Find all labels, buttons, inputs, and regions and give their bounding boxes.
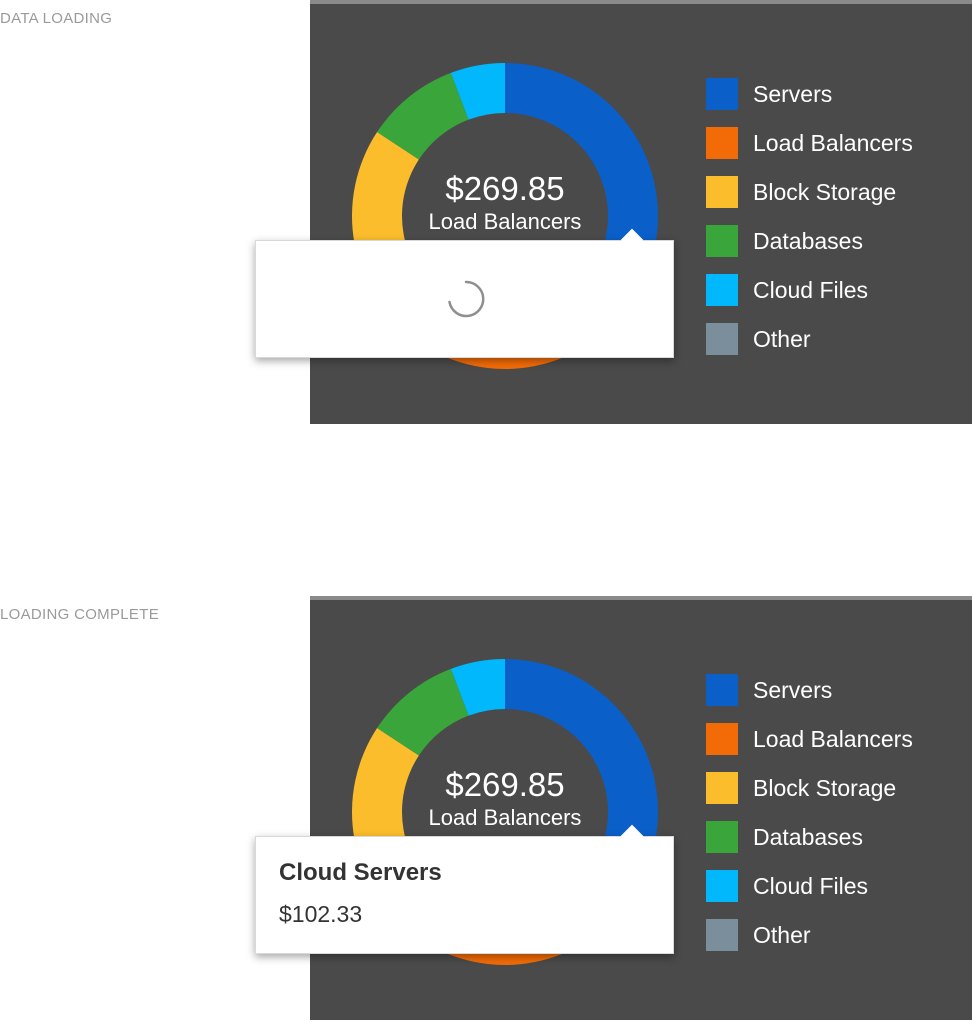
legend-item[interactable]: Servers <box>706 78 913 110</box>
legend-swatch <box>706 723 738 755</box>
loading-spinner-icon <box>448 280 485 318</box>
legend-swatch <box>706 674 738 706</box>
legend-swatch <box>706 225 738 257</box>
legend-swatch <box>706 127 738 159</box>
legend-label: Load Balancers <box>753 129 913 156</box>
legend-item[interactable]: Load Balancers <box>706 723 913 755</box>
legend-item[interactable]: Databases <box>706 225 913 257</box>
legend-swatch <box>706 274 738 306</box>
legend-item[interactable]: Other <box>706 323 913 355</box>
legend-item[interactable]: Databases <box>706 821 913 853</box>
legend-swatch <box>706 772 738 804</box>
legend-swatch <box>706 870 738 902</box>
legend-label: Servers <box>753 80 833 107</box>
legend-label: Databases <box>753 227 863 254</box>
center-category: Load Balancers <box>428 805 582 830</box>
chart-panel: $269.85 Load Balancers Servers Load Balan… <box>310 596 972 1020</box>
legend-label: Block Storage <box>753 774 897 801</box>
legend-label: Cloud Files <box>753 276 869 303</box>
legend-label: Servers <box>753 676 833 703</box>
legend-item[interactable]: Cloud Files <box>706 870 913 902</box>
center-total: $269.85 <box>445 170 565 207</box>
legend-label: Cloud Files <box>753 872 869 899</box>
legend: Servers Load Balancers Block Storage Databa… <box>706 78 913 372</box>
legend-swatch <box>706 176 738 208</box>
state-label: LOADING COMPLETE <box>0 606 159 623</box>
center-category: Load Balancers <box>428 209 582 234</box>
legend-label: Other <box>753 921 811 948</box>
legend: Servers Load Balancers Block Storage Databa… <box>706 674 913 968</box>
legend-swatch <box>706 821 738 853</box>
tooltip: Cloud Servers $102.33 <box>255 824 674 954</box>
center-total: $269.85 <box>445 766 565 803</box>
tooltip <box>255 228 674 358</box>
legend-label: Databases <box>753 823 863 850</box>
state-label: DATA LOADING <box>0 10 113 27</box>
legend-item[interactable]: Cloud Files <box>706 274 913 306</box>
legend-label: Load Balancers <box>753 725 913 752</box>
legend-item[interactable]: Block Storage <box>706 176 913 208</box>
legend-item[interactable]: Other <box>706 919 913 951</box>
legend-swatch <box>706 323 738 355</box>
legend-item[interactable]: Block Storage <box>706 772 913 804</box>
legend-label: Other <box>753 325 811 352</box>
legend-item[interactable]: Load Balancers <box>706 127 913 159</box>
chart-panel: $269.85 Load Balancers Servers Load Balan… <box>310 0 972 424</box>
legend-label: Block Storage <box>753 178 897 205</box>
tooltip-value: $102.33 <box>279 901 363 927</box>
legend-swatch <box>706 78 738 110</box>
tooltip-title: Cloud Servers <box>279 859 442 886</box>
legend-item[interactable]: Servers <box>706 674 913 706</box>
legend-swatch <box>706 919 738 951</box>
